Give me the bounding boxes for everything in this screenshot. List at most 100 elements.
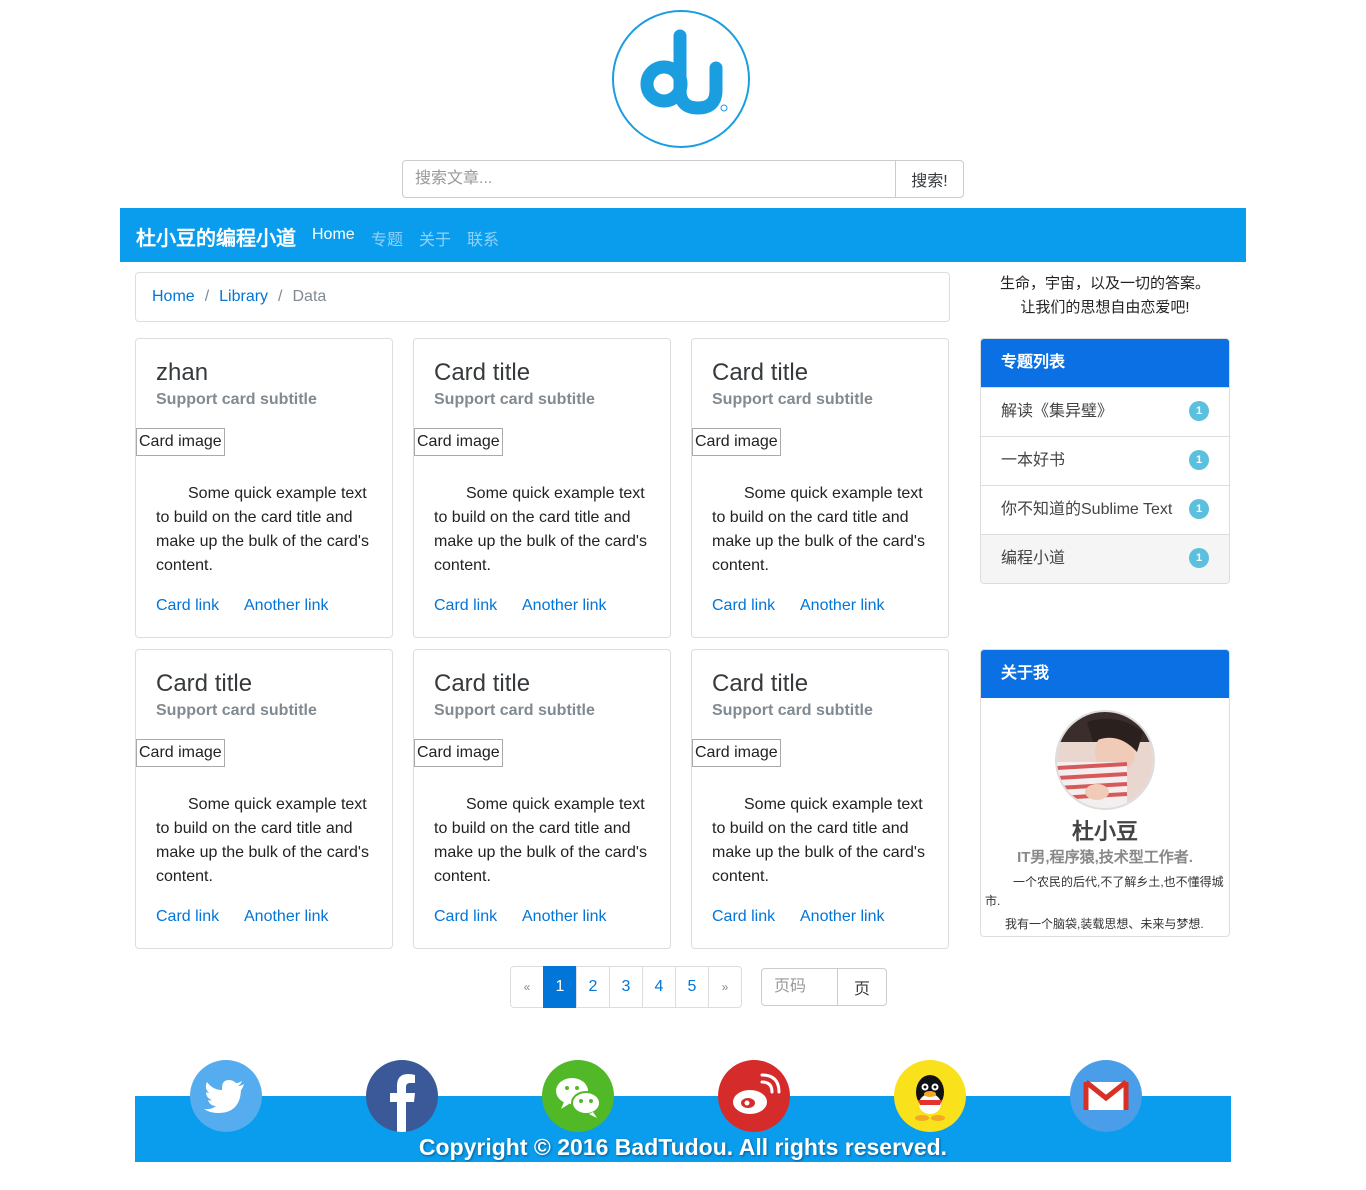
- nav-link-home[interactable]: Home: [312, 226, 355, 244]
- card-link[interactable]: Card link: [434, 908, 497, 926]
- page-2[interactable]: 2: [576, 966, 610, 1008]
- gmail-icon[interactable]: [1070, 1060, 1142, 1132]
- qq-icon[interactable]: [894, 1060, 966, 1132]
- topic-item[interactable]: 一本好书 1: [981, 436, 1229, 485]
- breadcrumb-library[interactable]: Library: [219, 288, 268, 305]
- sidebar-motto: 生命，宇宙，以及一切的答案。 让我们的思想自由恋爱吧!: [980, 272, 1230, 320]
- card-image: Card image: [136, 739, 225, 767]
- search-form: 搜索!: [402, 160, 964, 198]
- page-5[interactable]: 5: [675, 966, 709, 1008]
- card: Card title Support card subtitle Card im…: [413, 649, 671, 949]
- breadcrumb-separator: /: [204, 288, 210, 305]
- navbar-brand[interactable]: 杜小豆的编程小道: [136, 222, 296, 251]
- wechat-icon[interactable]: [542, 1060, 614, 1132]
- card-link[interactable]: Card link: [712, 597, 775, 615]
- breadcrumb: Home / Library / Data: [135, 272, 950, 322]
- nav-link-contact[interactable]: 联系: [467, 226, 499, 250]
- twitter-icon[interactable]: [190, 1060, 262, 1132]
- card-another-link[interactable]: Another link: [522, 597, 607, 615]
- card-title: Card title: [712, 359, 809, 386]
- author-name: 杜小豆: [1071, 819, 1138, 844]
- page-go-button[interactable]: 页: [837, 968, 887, 1006]
- card-another-link[interactable]: Another link: [800, 908, 885, 926]
- card-text: Some quick example text to build on the …: [712, 796, 925, 885]
- card-text: Some quick example text to build on the …: [712, 485, 925, 574]
- card-text: Some quick example text to build on the …: [434, 485, 647, 574]
- card-text: Some quick example text to build on the …: [156, 485, 369, 574]
- page-number-input[interactable]: [761, 968, 838, 1006]
- page-next[interactable]: »: [708, 966, 742, 1008]
- page-1[interactable]: 1: [543, 966, 577, 1008]
- topic-label: 一本好书: [1001, 452, 1066, 469]
- card-link[interactable]: Card link: [434, 597, 497, 615]
- card-subtitle: Support card subtitle: [156, 702, 317, 719]
- avatar-photo-icon: [1057, 712, 1153, 808]
- breadcrumb-home[interactable]: Home: [152, 288, 195, 305]
- topic-item[interactable]: 解读《集异璧》 1: [981, 387, 1229, 436]
- topic-item[interactable]: 你不知道的Sublime Text 1: [981, 485, 1229, 534]
- card-image: Card image: [414, 428, 503, 456]
- page-prev[interactable]: «: [510, 966, 544, 1008]
- topic-label: 解读《集异璧》: [1001, 403, 1114, 420]
- weibo-icon[interactable]: [718, 1060, 790, 1132]
- card-subtitle: Support card subtitle: [712, 702, 873, 719]
- copyright-text: Copyright © 2016 BadTudou. All rights re…: [418, 1134, 948, 1160]
- card-another-link[interactable]: Another link: [244, 908, 329, 926]
- topic-count-badge: 1: [1189, 450, 1209, 470]
- motto-line: 让我们的思想自由恋爱吧!: [1020, 299, 1190, 316]
- card-image: Card image: [136, 428, 225, 456]
- breadcrumb-separator: /: [278, 288, 283, 305]
- card-title: zhan: [156, 359, 209, 386]
- card-link[interactable]: Card link: [156, 908, 219, 926]
- card-another-link[interactable]: Another link: [244, 597, 329, 615]
- about-panel: 关于我 杜小豆 IT男,程序猿,技术型工作者. 一个农民的后代,不了解乡土,也不…: [980, 649, 1230, 937]
- card-text: Some quick example text to build on the …: [156, 796, 369, 885]
- card-subtitle: Support card subtitle: [712, 391, 873, 408]
- search-input[interactable]: [402, 160, 896, 198]
- page-3[interactable]: 3: [609, 966, 643, 1008]
- about-panel-heading: 关于我: [981, 650, 1229, 698]
- card-title: Card title: [434, 670, 531, 697]
- avatar: [1055, 710, 1155, 810]
- navbar: 杜小豆的编程小道 Home 专题 关于 联系: [120, 208, 1246, 262]
- card: Card title Support card subtitle Card im…: [135, 649, 393, 949]
- card-image: Card image: [692, 428, 781, 456]
- search-button[interactable]: 搜索!: [895, 160, 964, 198]
- topic-label: 编程小道: [1001, 550, 1066, 567]
- card: Card title Support card subtitle Card im…: [691, 338, 949, 638]
- card-title: Card title: [156, 670, 253, 697]
- topic-count-badge: 1: [1189, 499, 1209, 519]
- topic-label: 你不知道的Sublime Text: [1001, 501, 1173, 518]
- card-image: Card image: [692, 739, 781, 767]
- card-link[interactable]: Card link: [156, 597, 219, 615]
- topic-count-badge: 1: [1189, 401, 1209, 421]
- card-subtitle: Support card subtitle: [434, 702, 595, 719]
- author-title: IT男,程序猿,技术型工作者.: [1017, 849, 1193, 866]
- card-another-link[interactable]: Another link: [800, 597, 885, 615]
- topics-panel-heading: 专题列表: [981, 339, 1229, 387]
- page-4[interactable]: 4: [642, 966, 676, 1008]
- card-subtitle: Support card subtitle: [434, 391, 595, 408]
- card-image: Card image: [414, 739, 503, 767]
- page-jump-form: 页: [761, 968, 887, 1006]
- breadcrumb-data: Data: [292, 288, 327, 305]
- site-logo[interactable]: [612, 10, 750, 148]
- card-subtitle: Support card subtitle: [156, 391, 317, 408]
- motto-line: 生命，宇宙，以及一切的答案。: [999, 275, 1210, 292]
- topic-item[interactable]: 编程小道 1: [981, 534, 1229, 583]
- card-title: Card title: [712, 670, 809, 697]
- card-title: Card title: [434, 359, 531, 386]
- card: zhan Support card subtitle Card image So…: [135, 338, 393, 638]
- topic-count-badge: 1: [1189, 548, 1209, 568]
- author-bio: 我有一个脑袋,装载思想、未来与梦想.: [1005, 917, 1204, 931]
- author-bio: 一个农民的后代,不了解乡土,也不懂得城市.: [985, 875, 1224, 908]
- pagination: « 1 2 3 4 5 »: [510, 966, 742, 1008]
- card-text: Some quick example text to build on the …: [434, 796, 647, 885]
- nav-link-about[interactable]: 关于: [419, 226, 451, 250]
- facebook-icon[interactable]: [366, 1060, 438, 1132]
- card-link[interactable]: Card link: [712, 908, 775, 926]
- card-another-link[interactable]: Another link: [522, 908, 607, 926]
- nav-link-topics[interactable]: 专题: [371, 226, 403, 250]
- card: Card title Support card subtitle Card im…: [691, 649, 949, 949]
- topics-panel: 专题列表 解读《集异璧》 1 一本好书 1 你不知道的Sublime Text …: [980, 338, 1230, 584]
